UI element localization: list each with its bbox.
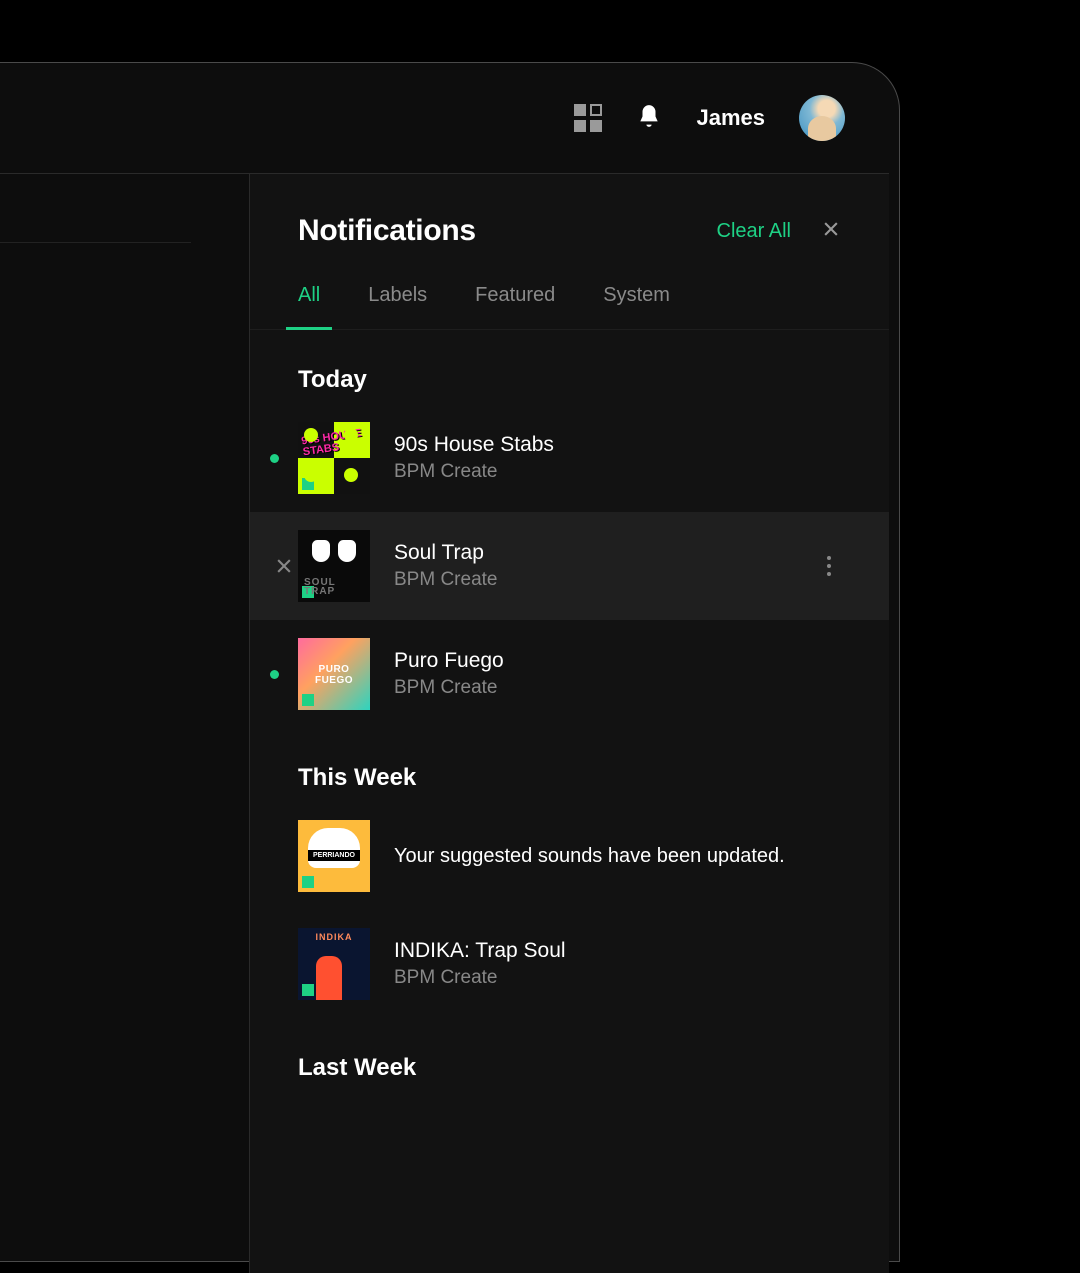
notification-text: 90s House Stabs BPM Create — [394, 433, 841, 483]
more-icon[interactable] — [817, 556, 841, 576]
notification-row[interactable]: 90s House Stabs BPM Create — [250, 404, 889, 512]
notification-title: Puro Fuego — [394, 649, 841, 673]
tabs: All Labels Featured System — [250, 248, 889, 330]
device-frame: James Notifications Clear All All Labels F… — [0, 62, 900, 1262]
thumb-badge — [302, 984, 314, 996]
notification-subtitle: BPM Create — [394, 569, 817, 591]
sidebar-area — [0, 173, 251, 1273]
notification-message: Your suggested sounds have been updated. — [394, 845, 841, 868]
notification-text: Your suggested sounds have been updated. — [394, 845, 841, 868]
notification-row[interactable]: Your suggested sounds have been updated. — [250, 802, 889, 910]
notification-row[interactable]: Soul Trap BPM Create — [250, 512, 889, 620]
thumb-badge — [302, 478, 314, 490]
section-label: Last Week — [250, 1018, 889, 1092]
thumb-badge — [302, 694, 314, 706]
section-label: This Week — [250, 728, 889, 802]
notification-title: INDIKA: Trap Soul — [394, 939, 841, 963]
topbar: James — [0, 63, 899, 173]
unread-dot — [270, 670, 279, 679]
tab-system[interactable]: System — [603, 284, 670, 329]
notification-subtitle: BPM Create — [394, 461, 841, 483]
notification-text: Puro Fuego BPM Create — [394, 649, 841, 699]
notifications-panel: Notifications Clear All All Labels Feature… — [249, 173, 889, 1273]
notification-thumbnail — [298, 638, 370, 710]
tab-featured[interactable]: Featured — [475, 284, 555, 329]
notification-title: Soul Trap — [394, 541, 817, 565]
notification-thumbnail — [298, 820, 370, 892]
notification-subtitle: BPM Create — [394, 677, 841, 699]
tab-all[interactable]: All — [298, 284, 320, 329]
notification-row[interactable]: INDIKA: Trap Soul BPM Create — [250, 910, 889, 1018]
avatar[interactable] — [799, 95, 845, 141]
bell-icon[interactable] — [636, 103, 662, 134]
notification-row[interactable]: Puro Fuego BPM Create — [250, 620, 889, 728]
dismiss-icon[interactable] — [270, 556, 298, 576]
notification-text: INDIKA: Trap Soul BPM Create — [394, 939, 841, 989]
thumb-badge — [302, 586, 314, 598]
panel-header: Notifications Clear All — [250, 174, 889, 248]
notification-subtitle: BPM Create — [394, 967, 841, 989]
notification-thumbnail — [298, 422, 370, 494]
close-icon[interactable] — [821, 219, 841, 244]
apps-grid-icon[interactable] — [574, 104, 602, 132]
clear-all-button[interactable]: Clear All — [717, 220, 791, 243]
notification-title: 90s House Stabs — [394, 433, 841, 457]
tab-labels[interactable]: Labels — [368, 284, 427, 329]
thumb-badge — [302, 876, 314, 888]
notification-thumbnail — [298, 530, 370, 602]
unread-dot — [270, 454, 279, 463]
section-label: Today — [250, 330, 889, 404]
notification-text: Soul Trap BPM Create — [394, 541, 817, 591]
panel-title: Notifications — [298, 214, 717, 248]
username[interactable]: James — [696, 105, 765, 131]
notification-thumbnail — [298, 928, 370, 1000]
